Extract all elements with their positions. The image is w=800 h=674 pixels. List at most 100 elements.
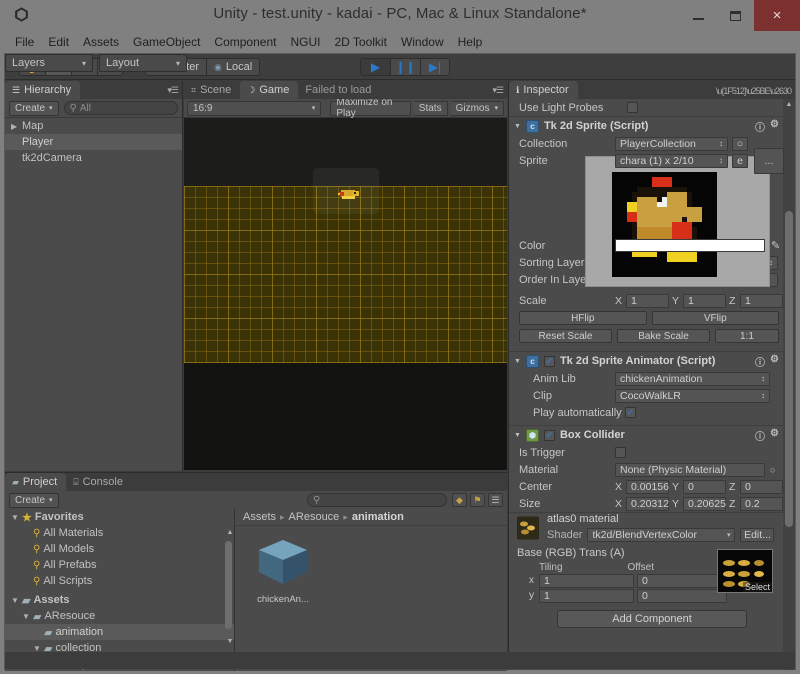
material-header[interactable]: atlas0 material Shader tk2d/BlendVertexC… — [509, 512, 795, 542]
anim-lib-dropdown[interactable]: chickenAnimation — [615, 371, 770, 386]
layout-dropdown[interactable]: Layout ▾ — [99, 54, 187, 72]
center-z-input[interactable]: 0 — [740, 479, 783, 494]
collection-picker-icon[interactable]: ○ — [732, 136, 748, 151]
project-favorites-root[interactable]: ▼ ★ Favorites — [5, 509, 234, 525]
hierarchy-search-input[interactable]: ⚲ All — [63, 101, 178, 115]
sprite-dropdown[interactable]: chara (1) x 2/10 — [615, 153, 728, 168]
tab-project[interactable]: ▰ Project — [5, 473, 67, 491]
tab-game[interactable]: ☽ Game — [240, 81, 299, 99]
physic-material-field[interactable]: None (Physic Material) — [615, 462, 765, 477]
reset-scale-button[interactable]: Reset Scale — [519, 329, 612, 343]
one-to-one-button[interactable]: 1:1 — [715, 329, 779, 343]
scroll-down-icon[interactable]: ▼ — [224, 636, 234, 647]
maximize-button[interactable] — [717, 0, 754, 31]
menu-assets[interactable]: Assets — [76, 33, 126, 51]
sprite-edit-icon[interactable]: e — [732, 153, 748, 168]
gizmos-button[interactable]: Gizmos ▾ — [450, 100, 504, 116]
hierarchy-tab-menu-icon[interactable]: ▾☰ — [167, 85, 179, 96]
minimize-button[interactable] — [680, 0, 717, 31]
object-picker-icon[interactable]: ○ — [770, 465, 775, 475]
layers-dropdown[interactable]: Layers ▾ — [5, 54, 93, 72]
pause-button[interactable]: ❙❙ — [390, 58, 420, 76]
offset-x-input[interactable]: 0 — [637, 573, 727, 588]
shader-dropdown[interactable]: tk2d/BlendVertexColor — [587, 528, 736, 542]
shader-edit-button[interactable]: Edit... — [740, 528, 775, 542]
tab-hierarchy[interactable]: ☰ Hierarchy — [5, 81, 81, 99]
breadcrumb-assets[interactable]: Assets — [243, 511, 276, 523]
aspect-ratio-dropdown[interactable]: 16:9 ▾ — [187, 100, 322, 116]
hierarchy-item-player[interactable]: Player — [5, 134, 182, 150]
vflip-button[interactable]: VFlip — [651, 311, 779, 325]
breadcrumb-animation[interactable]: animation — [352, 511, 404, 523]
tab-console[interactable]: ⌸ Console — [66, 473, 132, 491]
bake-scale-button[interactable]: Bake Scale — [617, 329, 710, 343]
inspector-tab-menu-icon[interactable]: \u{1F512}\u25BE\u2630 — [716, 86, 792, 96]
menu-gameobject[interactable]: GameObject — [126, 33, 207, 51]
menu-help[interactable]: Help — [451, 33, 490, 51]
tiling-y-input[interactable]: 1 — [539, 588, 634, 603]
gear-icon[interactable]: ⚙ — [770, 119, 779, 134]
collapse-arrow-icon[interactable]: ▼ — [22, 612, 33, 621]
animator-enabled-checkbox[interactable]: ✔ — [543, 355, 555, 367]
inspector-scrollbar[interactable]: ▲ ▼ — [783, 99, 795, 670]
scroll-up-icon[interactable]: ▲ — [783, 99, 795, 110]
help-icon[interactable]: ⓘ — [755, 119, 765, 134]
scroll-up-icon[interactable]: ▲ — [224, 527, 234, 538]
component-header-boxcollider[interactable]: ▼ ⬢ ✔ Box Collider ⓘ ⚙ — [509, 425, 795, 444]
project-search-input[interactable]: ⚲ — [307, 493, 447, 507]
collapse-arrow-icon[interactable]: ▼ — [514, 432, 521, 439]
collapse-arrow-icon[interactable]: ▼ — [11, 513, 22, 522]
help-icon[interactable]: ⓘ — [755, 428, 765, 443]
step-button[interactable]: ▶| — [420, 58, 450, 76]
texture-preview[interactable]: Select — [717, 549, 773, 593]
add-component-button[interactable]: Add Component — [557, 610, 747, 628]
menu-2d-toolkit[interactable]: 2D Toolkit — [327, 33, 393, 51]
offset-y-input[interactable]: 0 — [637, 588, 727, 603]
collapse-arrow-icon[interactable]: ▼ — [11, 596, 22, 605]
menu-edit[interactable]: Edit — [41, 33, 76, 51]
gear-icon[interactable]: ⚙ — [770, 428, 779, 443]
gameview-tab-menu-icon[interactable]: ▾☰ — [492, 85, 504, 96]
size-y-input[interactable]: 0.20625 — [683, 496, 726, 511]
eyedropper-icon[interactable]: ✎ — [771, 239, 780, 252]
project-folder-animation[interactable]: ▰ animation — [5, 624, 234, 640]
color-swatch[interactable] — [615, 239, 765, 252]
clip-dropdown[interactable]: CocoWalkLR — [615, 388, 770, 403]
texture-select-button[interactable]: Select — [742, 582, 772, 592]
menu-file[interactable]: File — [8, 33, 41, 51]
menu-ngui[interactable]: NGUI — [283, 33, 327, 51]
collapse-arrow-icon[interactable]: ▼ — [514, 123, 521, 130]
filter-by-label-icon[interactable]: ⚑ — [470, 493, 485, 507]
sprite-more-button[interactable]: ... — [754, 147, 784, 174]
asset-item-chickenanimation[interactable]: chickenAn... — [249, 536, 317, 605]
component-header-tk2dspriteanimator[interactable]: ▼ c ✔ Tk 2d Sprite Animator (Script) ⓘ ⚙ — [509, 351, 795, 370]
size-z-input[interactable]: 0.2 — [740, 496, 783, 511]
tab-scene[interactable]: ⌗ Scene — [184, 81, 241, 99]
favorite-all-scripts[interactable]: ⚲ All Scripts — [5, 573, 234, 589]
collapse-arrow-icon[interactable]: ▼ — [514, 358, 521, 365]
scale-x-input[interactable]: 1 — [626, 293, 669, 308]
center-y-input[interactable]: 0 — [683, 479, 726, 494]
favorite-all-prefabs[interactable]: ⚲ All Prefabs — [5, 557, 234, 573]
hierarchy-item-tk2dcamera[interactable]: tk2dCamera — [5, 150, 182, 166]
scroll-thumb[interactable] — [785, 211, 793, 527]
close-button[interactable]: × — [754, 0, 800, 31]
hflip-button[interactable]: HFlip — [519, 311, 647, 325]
scroll-thumb[interactable] — [225, 541, 232, 629]
expand-arrow-icon[interactable]: ▶ — [11, 122, 22, 131]
scale-y-input[interactable]: 1 — [683, 293, 726, 308]
stats-button[interactable]: Stats — [413, 100, 448, 116]
play-automatically-checkbox[interactable]: ✔ — [625, 407, 636, 418]
center-x-input[interactable]: 0.00156 — [626, 479, 669, 494]
tab-inspector[interactable]: ℹ Inspector — [509, 81, 578, 99]
game-render-area[interactable] — [184, 118, 507, 470]
hierarchy-create-button[interactable]: Create ▾ — [9, 100, 59, 116]
project-folder-aresouce[interactable]: ▼ ▰ AResouce — [5, 608, 234, 624]
project-create-button[interactable]: Create ▾ — [9, 492, 59, 508]
tiling-x-input[interactable]: 1 — [539, 573, 634, 588]
box-collider-enabled-checkbox[interactable]: ✔ — [543, 429, 555, 441]
gear-icon[interactable]: ⚙ — [770, 354, 779, 369]
size-x-input[interactable]: 0.20312 — [626, 496, 669, 511]
maximize-on-play-button[interactable]: Maximize on Play — [330, 97, 411, 119]
hierarchy-item-map[interactable]: ▶ Map — [5, 118, 182, 134]
